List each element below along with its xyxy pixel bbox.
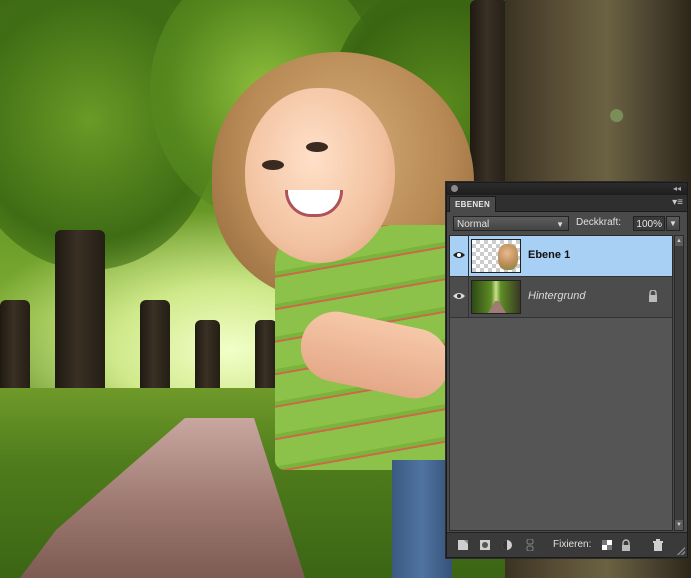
thumbnail-cutout [498,244,518,270]
opacity-dropdown-button[interactable]: ▼ [666,216,680,231]
fix-label: Fixieren: [553,539,592,550]
eye-icon [453,252,465,258]
visibility-toggle[interactable] [450,236,469,276]
thumbnail-path [488,301,506,313]
lock-transparent-icon[interactable] [601,539,613,551]
layer-row[interactable]: Ebene 1 [450,236,672,277]
layer-scrollbar[interactable]: ▲ ▼ [674,235,684,531]
layer-list: Ebene 1 Hintergrund [449,235,673,531]
blend-mode-select[interactable]: Normal ▼ [453,216,569,231]
tab-layers[interactable]: EBENEN [449,196,497,212]
panel-controls: Normal ▼ Deckkraft: 100% ▼ [447,212,687,234]
mask-icon[interactable] [479,539,491,551]
layer-thumbnail[interactable] [471,280,521,314]
collapse-icon[interactable]: ◂◂ [673,183,681,195]
chevron-down-icon: ▼ [556,220,564,229]
girl-jeans [392,460,452,578]
adjustment-layer-icon[interactable] [501,539,513,551]
opacity-input[interactable]: 100% [633,216,665,231]
panel-menu-icon[interactable]: ▾≡ [672,196,683,210]
layer-name[interactable]: Hintergrund [528,290,585,302]
scroll-down-icon[interactable]: ▼ [675,520,683,530]
opacity-label: Deckkraft: [576,217,622,228]
girl-eye [262,160,284,170]
layer-thumbnail[interactable] [471,239,521,273]
layers-panel[interactable]: ◂◂ EBENEN ▾≡ Normal ▼ Deckkraft: 100% ▼ … [446,182,688,558]
blend-mode-value: Normal [457,219,490,230]
resize-grip-icon[interactable] [677,547,685,555]
lock-all-icon[interactable] [620,539,632,551]
layer-row[interactable]: Hintergrund [450,277,672,318]
trash-icon[interactable] [652,539,664,551]
girl-eye [306,142,328,152]
new-layer-icon[interactable] [457,539,469,551]
eye-icon [453,293,465,299]
panel-footer: Fixieren: [447,532,687,557]
girl-face [245,88,395,263]
layer-name[interactable]: Ebene 1 [528,249,570,261]
visibility-toggle[interactable] [450,277,469,317]
lock-icon [649,290,657,302]
panel-titlebar[interactable]: ◂◂ [447,183,687,195]
panel-tabbar: EBENEN ▾≡ [447,195,687,212]
scroll-up-icon[interactable]: ▲ [675,236,683,246]
tree-trunk [470,0,508,190]
close-icon[interactable] [451,185,458,192]
link-icon[interactable] [524,539,536,551]
